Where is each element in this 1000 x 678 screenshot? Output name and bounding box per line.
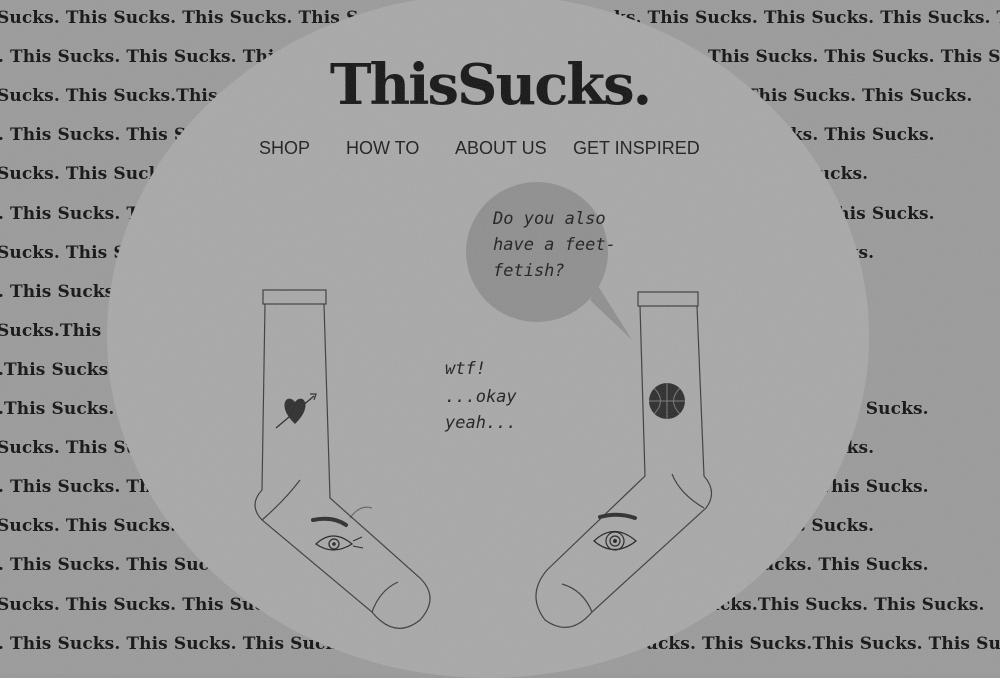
eye-icon <box>311 516 364 551</box>
right-sock <box>535 291 713 628</box>
reply-line-2: ...okay <box>445 387 517 407</box>
left-sock-toe <box>371 581 399 613</box>
right-sock-toe <box>561 583 593 613</box>
left-sock-outline <box>254 303 431 629</box>
basketball-icon <box>649 383 685 419</box>
left-sock-cuff <box>262 289 327 305</box>
heart-arrow-icon <box>275 393 317 429</box>
eye-icon <box>593 512 638 551</box>
reply-line-3: yeah... <box>444 413 517 433</box>
right-sock-outline <box>535 305 713 628</box>
left-sock <box>254 289 431 629</box>
speech-bubble-line-1: Do you also <box>492 209 606 229</box>
speech-bubble: Do you also have a feet- fetish? <box>466 182 632 340</box>
reply-text: wtf! ...okay yeah... <box>444 359 517 433</box>
right-sock-cuff <box>637 291 699 307</box>
speech-bubble-line-3: fetish? <box>493 261 565 281</box>
speech-bubble-line-2: have a feet- <box>493 235 616 255</box>
left-sock-heel <box>261 479 301 521</box>
right-sock-heel <box>671 473 705 509</box>
socks-illustration: Do you also have a feet- fetish? wtf! ..… <box>254 182 713 629</box>
reply-line-1: wtf! <box>445 359 486 379</box>
